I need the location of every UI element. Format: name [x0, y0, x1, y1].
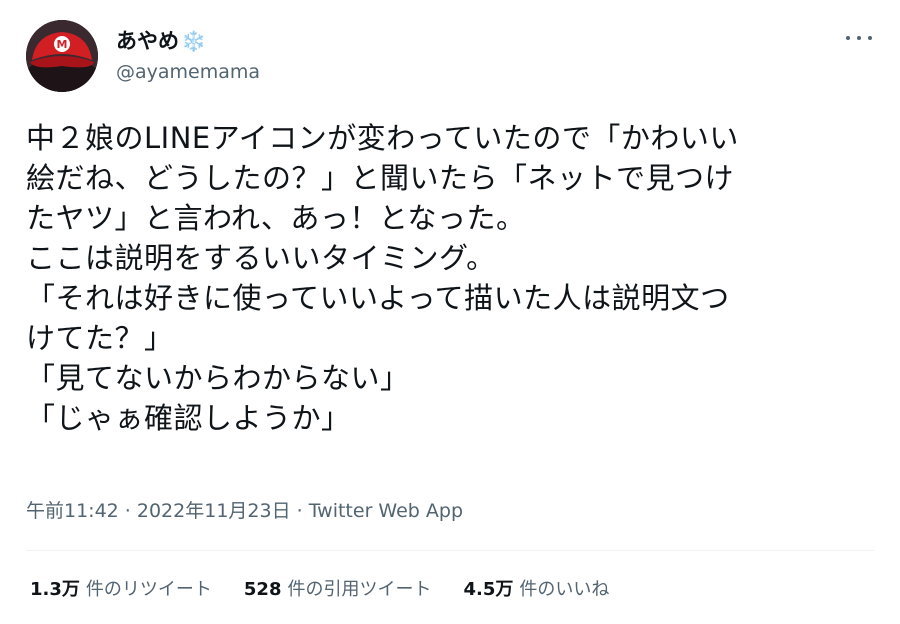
svg-text:M: M	[57, 38, 68, 51]
user-handle[interactable]: @ayamemama	[116, 60, 260, 84]
display-name[interactable]: あやめ	[116, 28, 179, 54]
like-count[interactable]: 4.5万 件のいいね	[463, 578, 609, 602]
tweet-text-line: たヤツ」と言われ、あっ！となった。	[26, 201, 526, 235]
avatar[interactable]: M	[26, 20, 98, 92]
tweet-timestamp-source[interactable]: 午前11:42 · 2022年11月23日 · Twitter Web App	[26, 498, 463, 524]
retweet-count[interactable]: 1.3万 件のリツイート	[30, 578, 212, 602]
tweet-card: M あやめ ❄️ @ayamemama 中２娘のLINEアイコンが変わっていたの…	[0, 0, 900, 624]
red-cap-avatar-icon: M	[26, 20, 98, 92]
quote-tweet-count-label: 件の引用ツイート	[287, 579, 432, 600]
more-options-icon[interactable]	[846, 30, 872, 46]
retweet-count-value: 1.3万	[30, 579, 80, 600]
tweet-text-line: けてた？」	[26, 321, 174, 355]
quote-tweet-count[interactable]: 528 件の引用ツイート	[244, 578, 432, 602]
tweet-text-line: 「見てないからわからない」	[26, 361, 410, 395]
tweet-text: 中２娘のLINEアイコンが変わっていたので「かわいい 絵だね、どうしたの？」と聞…	[26, 118, 886, 438]
tweet-text-line: ここは説明をするいいタイミング。	[26, 241, 496, 275]
retweet-count-label: 件のリツイート	[85, 579, 212, 600]
like-count-value: 4.5万	[463, 579, 514, 600]
engagement-stats: 1.3万 件のリツイート 528 件の引用ツイート 4.5万 件のいいね	[30, 578, 641, 602]
tweet-text-line: 中２娘のLINEアイコンが変わっていたので「かわいい	[26, 121, 739, 155]
tweet-text-line: 「それは好きに使っていいよって描いた人は説明文つ	[26, 281, 730, 315]
tweet-text-line: 絵だね、どうしたの？」と聞いたら「ネットで見つけ	[26, 161, 735, 195]
snowflake-icon: ❄️	[181, 29, 206, 53]
tweet-text-line: 「じゃぁ確認しようか」	[26, 401, 351, 435]
quote-tweet-count-value: 528	[243, 579, 282, 600]
like-count-label: 件のいいね	[519, 579, 610, 600]
display-name-row[interactable]: あやめ ❄️	[116, 28, 206, 54]
divider	[26, 550, 874, 551]
